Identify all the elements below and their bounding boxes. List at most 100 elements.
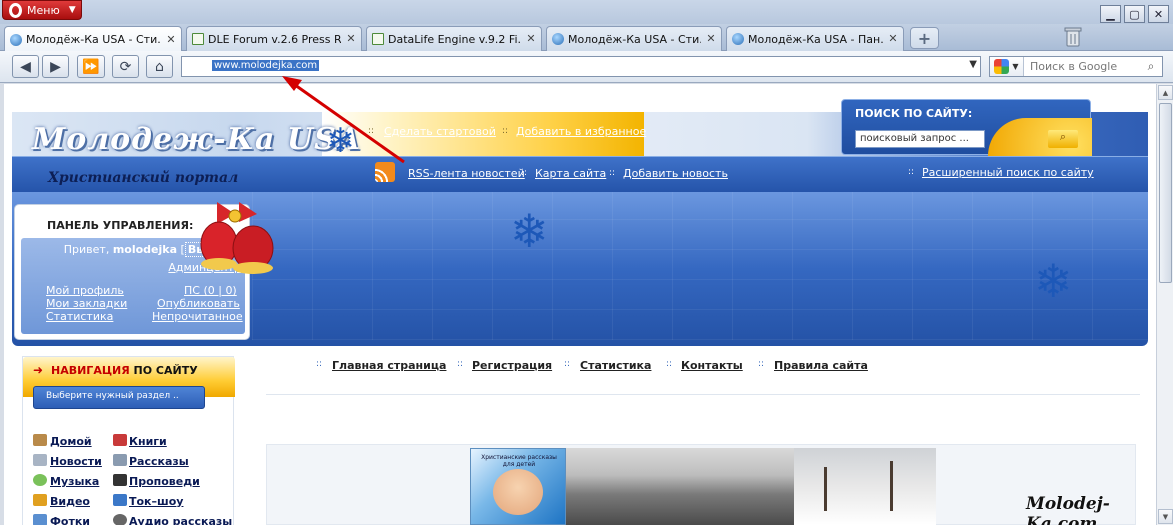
nav-link-books[interactable]: Книги — [129, 435, 167, 448]
sermons-icon — [113, 474, 127, 486]
minimize-button[interactable]: ▁ — [1100, 5, 1121, 23]
close-tab-icon[interactable]: ✕ — [345, 33, 357, 45]
scroll-thumb[interactable] — [1159, 103, 1172, 283]
tab-title: Молодёж-Ка USA - Сти... — [26, 33, 161, 46]
fast-forward-icon: ⏩ — [82, 58, 100, 75]
bullet-icon: :: — [908, 167, 915, 177]
nav-site-rules[interactable]: Правила сайта — [774, 359, 868, 372]
close-tab-icon[interactable]: ✕ — [705, 33, 717, 45]
nav-link-talk-show[interactable]: Ток–шоу — [129, 495, 183, 508]
nav-statistics[interactable]: Статистика — [580, 359, 651, 372]
vertical-scrollbar[interactable]: ▲ ▼ — [1156, 84, 1173, 525]
chevron-down-icon[interactable]: ▼ — [969, 59, 977, 70]
arrow-right-icon: ➜ — [33, 363, 44, 377]
home-icon: ⌂ — [155, 58, 164, 75]
close-tab-icon[interactable]: ✕ — [525, 33, 537, 45]
make-start-page-link[interactable]: Сделать стартовой — [384, 125, 496, 138]
page-icon — [372, 33, 384, 45]
bullet-icon: :: — [758, 359, 765, 369]
nav-link-news[interactable]: Новости — [50, 455, 102, 468]
site-logo[interactable]: Молодеж-Ка USA — [32, 122, 361, 157]
search-input[interactable]: Поиск в Google — [1024, 60, 1140, 73]
nav-link-photos[interactable]: Фотки — [50, 515, 90, 525]
tab-molodejka-3[interactable]: Молодёж-Ка USA - Пан... ✕ — [726, 26, 904, 51]
reload-button[interactable]: ⟳ — [112, 55, 139, 78]
scroll-up-button[interactable]: ▲ — [1158, 85, 1173, 100]
window-controls: ▁ ▢ ✕ — [1100, 5, 1169, 23]
field-photo-thumbnail[interactable] — [566, 448, 794, 525]
opera-menu-button[interactable]: Меню ▼ — [2, 0, 82, 20]
arrow-right-icon: ▶ — [50, 58, 61, 75]
watermark: Molodej-Ka.com — [1026, 494, 1110, 525]
tab-molodejka-1[interactable]: Молодёж-Ка USA - Сти... ✕ — [4, 26, 182, 52]
nav-link-video[interactable]: Видео — [50, 495, 90, 508]
trash-icon[interactable] — [1064, 26, 1082, 48]
bullet-icon: :: — [316, 359, 323, 369]
arrow-left-icon: ◀ — [20, 58, 31, 75]
tab-datalife-engine[interactable]: DataLife Engine v.9.2 Fi... ✕ — [366, 26, 542, 51]
address-text: www.molodejka.com — [212, 60, 320, 71]
address-field[interactable]: www.molodejka.com ▼ — [181, 56, 981, 77]
site-search-button[interactable]: ⌕ — [1048, 130, 1078, 148]
child-face-image — [493, 469, 543, 515]
page-icon — [192, 33, 204, 45]
nav-link-audio-stories[interactable]: Аудио рассказы — [129, 515, 232, 525]
tab-dle-forum[interactable]: DLE Forum v.2.6 Press R... ✕ — [186, 26, 362, 51]
browser-search-box[interactable]: ▼ Поиск в Google ⌕ — [989, 56, 1163, 77]
bullet-icon: :: — [666, 359, 673, 369]
tab-bar: Молодёж-Ка USA - Сти... ✕ DLE Forum v.2.… — [0, 24, 1173, 52]
nav-link-stories[interactable]: Рассказы — [129, 455, 189, 468]
unread-link[interactable]: Непрочитанное — [152, 310, 243, 323]
advanced-search-link[interactable]: Расширенный поиск по сайту — [922, 166, 1094, 179]
close-tab-icon[interactable]: ✕ — [165, 34, 177, 46]
private-messages-link[interactable]: ПС (0 | 0) — [184, 284, 237, 297]
search-engine-selector[interactable]: ▼ — [990, 57, 1024, 76]
nav-link-music[interactable]: Музыка — [50, 475, 99, 488]
username: molodejka — [112, 243, 178, 256]
winter-park-thumbnail[interactable] — [794, 448, 936, 525]
chevron-down-icon: ▼ — [1012, 62, 1019, 71]
divider — [266, 394, 1140, 395]
nav-registration[interactable]: Регистрация — [472, 359, 552, 372]
add-favorites-link[interactable]: Добавить в избранное — [516, 125, 646, 138]
site-header: Молодеж-Ка USA Христианский портал ❄ ❄ ❄… — [4, 84, 1156, 381]
search-icon[interactable]: ⌕ — [1140, 59, 1162, 74]
thumbnail-caption: Христианские рассказы для детей — [481, 454, 557, 468]
bullet-icon: :: — [502, 126, 509, 136]
christmas-bells-icon — [200, 202, 274, 274]
maximize-button[interactable]: ▢ — [1124, 5, 1145, 23]
add-news-link[interactable]: Добавить новость — [623, 167, 728, 180]
stories-icon — [113, 454, 127, 466]
globe-icon — [10, 33, 22, 46]
publish-link[interactable]: Опубликовать — [157, 297, 240, 310]
navigation-toolbar: ◀ ▶ ⏩ ⟳ ⌂ www.molodejka.com ▼ ▼ Поиск в … — [0, 51, 1173, 83]
statistics-link[interactable]: Статистика — [46, 310, 113, 323]
rss-feed-link[interactable]: RSS-лента новостей — [408, 167, 525, 180]
kids-stories-thumbnail[interactable]: Христианские рассказы для детей — [470, 448, 566, 525]
nav-contacts[interactable]: Контакты — [681, 359, 743, 372]
close-tab-icon[interactable]: ✕ — [887, 33, 899, 45]
chevron-down-icon: ▼ — [68, 5, 76, 15]
fast-forward-button[interactable]: ⏩ — [77, 55, 105, 78]
sitemap-link[interactable]: Карта сайта — [535, 167, 606, 180]
greeting-text: Привет, — [63, 243, 110, 256]
snowflake-icon: ❄ — [326, 121, 355, 161]
nav-link-sermons[interactable]: Проповеди — [129, 475, 200, 488]
my-bookmarks-link[interactable]: Мои закладки — [46, 297, 127, 310]
nav-home-page[interactable]: Главная страница — [332, 359, 446, 372]
close-window-button[interactable]: ✕ — [1148, 5, 1169, 23]
tab-molodejka-2[interactable]: Молодёж-Ка USA - Сти... ✕ — [546, 26, 722, 51]
rss-icon[interactable] — [375, 162, 395, 182]
my-profile-link[interactable]: Мой профиль — [46, 284, 124, 297]
talk-show-icon — [113, 494, 127, 506]
home-button[interactable]: ⌂ — [146, 55, 173, 78]
site-search-input[interactable]: поисковый запрос ... — [855, 130, 985, 148]
title-bar: Меню ▼ ▁ ▢ ✕ — [0, 0, 1173, 24]
forward-button[interactable]: ▶ — [42, 55, 69, 78]
nav-link-home[interactable]: Домой — [50, 435, 92, 448]
section-select[interactable]: Выберите нужный раздел .. — [33, 386, 205, 409]
new-tab-button[interactable]: + — [910, 27, 939, 49]
opera-logo-icon — [9, 2, 22, 18]
search-icon: ⌕ — [1059, 130, 1067, 143]
back-button[interactable]: ◀ — [12, 55, 39, 78]
